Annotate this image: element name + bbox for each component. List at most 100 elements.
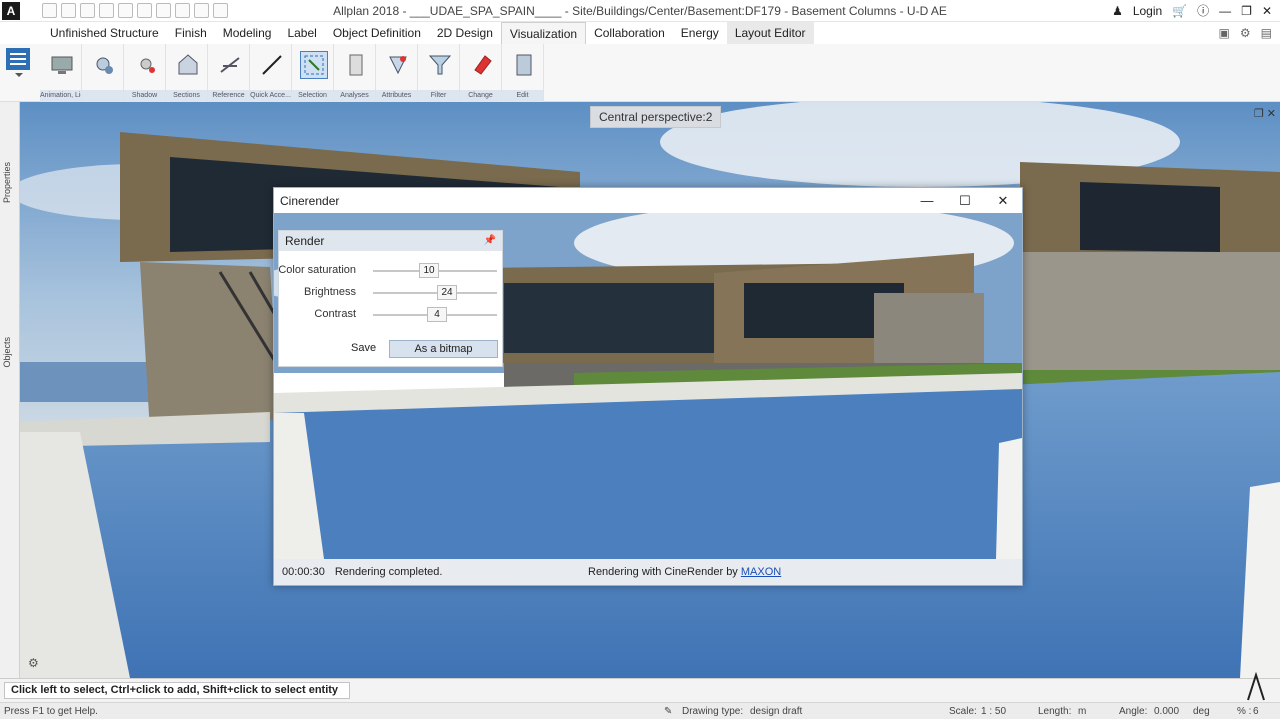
color-saturation-label: Color saturation <box>278 264 356 276</box>
help-icon[interactable]: ⓘ <box>1197 2 1209 19</box>
ribbon-group-selection[interactable]: Selection <box>292 44 334 102</box>
open-icon[interactable] <box>61 3 76 18</box>
tab-label[interactable]: Label <box>279 22 324 44</box>
maximize-icon[interactable]: ☐ <box>946 188 984 213</box>
ribbon-group-edit[interactable]: Edit <box>502 44 544 102</box>
ribbon-group-filter[interactable]: Filter <box>418 44 460 102</box>
drawing-type-icon: ✎ <box>664 706 673 717</box>
prompt-bar: Click left to select, Ctrl+click to add,… <box>0 678 1280 711</box>
save-label: Save <box>351 342 377 354</box>
ribbon-group-reference[interactable]: Reference <box>208 44 250 102</box>
status-bar: Press F1 to get Help. ✎ Drawing type: de… <box>0 702 1280 719</box>
selection-icon[interactable] <box>300 51 328 79</box>
user-icon[interactable]: ♟ <box>1112 4 1123 18</box>
quick-access-toolbar <box>42 3 228 18</box>
side-panel: Properties Objects <box>0 102 20 678</box>
properties-tab[interactable]: Properties <box>2 162 12 203</box>
analyses-icon[interactable] <box>343 52 369 78</box>
help-hint: Press F1 to get Help. <box>4 706 98 717</box>
drawing-type-value[interactable]: design draft <box>750 706 802 717</box>
section-icon[interactable] <box>175 52 201 78</box>
copy-icon[interactable] <box>511 52 537 78</box>
tab-visualization[interactable]: Visualization <box>500 22 587 44</box>
scale-label: Scale: <box>949 706 977 717</box>
navigation-gear-icon[interactable]: ⚙ <box>28 656 39 670</box>
save-as-bitmap-button[interactable]: As a bitmap <box>389 340 498 358</box>
close-viewport-icon[interactable]: ✕ <box>1267 107 1276 120</box>
allplan-logo-icon[interactable]: A <box>2 1 20 20</box>
tab-layout-editor[interactable]: Layout Editor <box>726 22 814 44</box>
app-menu-icon[interactable] <box>4 46 34 78</box>
tab-collaboration[interactable]: Collaboration <box>586 22 673 44</box>
eraser-icon[interactable] <box>469 52 495 78</box>
line-icon[interactable] <box>259 52 285 78</box>
length-label: Length: <box>1038 706 1072 717</box>
color-saturation-row: Color saturation 10 <box>278 263 504 279</box>
objects-tab[interactable]: Objects <box>2 337 12 368</box>
layout-icon[interactable] <box>175 3 190 18</box>
scale-value[interactable]: 1 : 50 <box>981 706 1006 717</box>
close-icon[interactable]: ✕ <box>1262 4 1272 18</box>
action-bar-icon[interactable]: ▤ <box>1261 26 1272 40</box>
render-credit-text: Rendering with CineRender by <box>588 566 738 578</box>
monitor-icon[interactable] <box>49 52 75 78</box>
tab-2d-design[interactable]: 2D Design <box>429 22 501 44</box>
brightness-slider[interactable] <box>373 292 497 294</box>
ribbon: Animation, Light Shadow Sections Referen… <box>0 44 1280 102</box>
sun-icon[interactable] <box>133 52 159 78</box>
settings-icon[interactable] <box>213 3 228 18</box>
minimize-icon[interactable]: — <box>1219 4 1231 18</box>
light-settings-icon[interactable] <box>91 52 117 78</box>
restore-viewport-icon[interactable]: ❐ <box>1254 107 1264 120</box>
pin-icon[interactable]: 📌 <box>484 235 496 246</box>
ribbon-group-sections[interactable]: Sections <box>166 44 208 102</box>
brightness-label: Brightness <box>304 286 356 298</box>
contrast-value[interactable]: 4 <box>427 307 447 322</box>
new-icon[interactable] <box>42 3 57 18</box>
ribbon-group-shadow[interactable]: Shadow <box>124 44 166 102</box>
ribbon-tabs: Unfinished Structure Finish Modeling Lab… <box>0 22 1280 44</box>
redo-icon[interactable] <box>137 3 152 18</box>
ribbon-group-light-settings[interactable] <box>82 44 124 102</box>
color-saturation-value[interactable]: 10 <box>419 263 439 278</box>
tab-modeling[interactable]: Modeling <box>215 22 280 44</box>
tab-finish[interactable]: Finish <box>167 22 215 44</box>
maxon-link[interactable]: MAXON <box>741 566 781 578</box>
percent-value[interactable]: 6 <box>1253 706 1259 717</box>
reference-icon[interactable] <box>217 52 243 78</box>
angle-value[interactable]: 0.000 <box>1154 706 1179 717</box>
window-icon[interactable] <box>156 3 171 18</box>
ribbon-group-label: Reference <box>208 90 249 102</box>
ribbon-group-quick-access[interactable]: Quick Acce... <box>250 44 292 102</box>
filter-icon[interactable] <box>427 52 453 78</box>
attributes-icon[interactable] <box>385 52 411 78</box>
viewport-buttons: ❐ ✕ <box>1254 107 1276 120</box>
allplan-logo <box>1247 672 1265 701</box>
minimize-icon[interactable]: — <box>908 188 946 213</box>
brightness-value[interactable]: 24 <box>437 285 457 300</box>
close-icon[interactable]: ✕ <box>984 188 1022 213</box>
prompt-text: Click left to select, Ctrl+click to add,… <box>4 682 350 711</box>
login-link[interactable]: Login <box>1133 4 1162 18</box>
ribbon-group-label <box>82 90 123 102</box>
viewport-label[interactable]: Central perspective:2 <box>590 106 722 128</box>
ribbon-group-label: Selection <box>292 90 333 102</box>
ribbon-group-analyses[interactable]: Analyses <box>334 44 376 102</box>
ribbon-groups: Animation, Light Shadow Sections Referen… <box>40 44 544 102</box>
tab-object-definition[interactable]: Object Definition <box>325 22 429 44</box>
cart-icon[interactable]: 🛒 <box>1172 4 1187 18</box>
ribbon-group-attributes[interactable]: Attributes <box>376 44 418 102</box>
ribbon-group-animation-light[interactable]: Animation, Light <box>40 44 82 102</box>
gear-icon[interactable]: ⚙ <box>1240 26 1251 40</box>
layers-icon[interactable]: ▣ <box>1219 26 1230 40</box>
angle-label: Angle: <box>1119 706 1148 717</box>
ribbon-group-change[interactable]: Change <box>460 44 502 102</box>
length-value[interactable]: m <box>1078 706 1086 717</box>
tab-unfinished-structure[interactable]: Unfinished Structure <box>42 22 167 44</box>
print-icon[interactable] <box>99 3 114 18</box>
undo-icon[interactable] <box>118 3 133 18</box>
tab-energy[interactable]: Energy <box>673 22 727 44</box>
tools-icon[interactable] <box>194 3 209 18</box>
save-icon[interactable] <box>80 3 95 18</box>
restore-icon[interactable]: ❐ <box>1241 4 1252 18</box>
